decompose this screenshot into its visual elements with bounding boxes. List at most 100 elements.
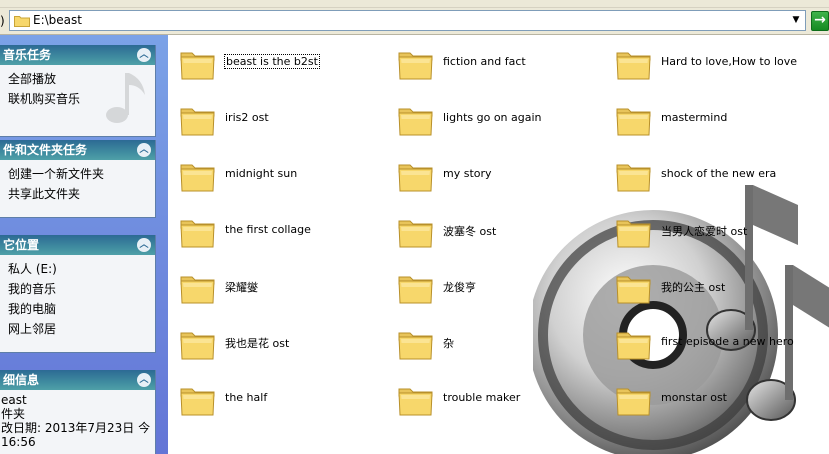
folder-item[interactable]: iris2 ost: [178, 99, 378, 139]
folder-icon[interactable]: [396, 99, 436, 139]
go-button[interactable]: →: [811, 11, 829, 31]
task-link-new-folder[interactable]: 创建一个新文件夹: [8, 164, 155, 184]
folder-item[interactable]: the first collage: [178, 211, 378, 251]
place-link-drive-e[interactable]: 私人 (E:): [8, 259, 155, 279]
folder-item[interactable]: trouble maker: [396, 379, 596, 419]
folder-item[interactable]: lights go on again: [396, 99, 596, 139]
collapse-icon[interactable]: ︿: [137, 373, 151, 387]
place-link-network-places[interactable]: 网上邻居: [8, 319, 155, 339]
folder-item[interactable]: Hard to love,How to love: [614, 43, 814, 83]
folder-item[interactable]: 梁耀燮: [178, 267, 378, 307]
toolbar-strip: [0, 0, 829, 8]
folder-name[interactable]: lights go on again: [443, 111, 542, 124]
folder-name[interactable]: shock of the new era: [661, 167, 776, 180]
folder-icon[interactable]: [614, 379, 654, 419]
folder-name[interactable]: Hard to love,How to love: [661, 55, 797, 68]
folder-icon[interactable]: [614, 267, 654, 307]
folder-name[interactable]: beast is the b2st: [224, 54, 320, 69]
folder-icon[interactable]: [396, 267, 436, 307]
folder-view: beast is the b2st fiction and fact Hard to…: [168, 35, 829, 454]
folder-icon[interactable]: [396, 379, 436, 419]
folder-item[interactable]: beast is the b2st: [178, 43, 378, 83]
panel-header-details[interactable]: 细信息 ︿: [0, 370, 155, 390]
folder-icon[interactable]: [178, 43, 218, 83]
panel-body: 创建一个新文件夹 共享此文件夹: [0, 160, 155, 210]
folder-icon[interactable]: [396, 211, 436, 251]
folder-icon[interactable]: [178, 267, 218, 307]
detail-type: 件夹: [1, 407, 26, 421]
panel-body: 全部播放 联机购买音乐: [0, 65, 155, 123]
panel-body: 私人 (E:) 我的音乐 我的电脑 网上邻居: [0, 255, 155, 345]
address-input[interactable]: E:\beast ▼: [9, 10, 806, 31]
panel-body: east 件夹 改日期: 2013年7月23日 今 16:56: [0, 390, 155, 454]
panel-header-other-places[interactable]: 它位置 ︿: [0, 235, 155, 255]
detail-time: 16:56: [1, 435, 36, 449]
panel-header-file-folder-tasks[interactable]: 件和文件夹任务 ︿: [0, 140, 155, 160]
folder-icon[interactable]: [614, 155, 654, 195]
folder-item[interactable]: mastermind: [614, 99, 814, 139]
address-bar: ) E:\beast ▼ →: [0, 8, 829, 35]
folder-name[interactable]: mastermind: [661, 111, 727, 124]
folder-item[interactable]: fiction and fact: [396, 43, 596, 83]
folder-item[interactable]: 波塞冬 ost: [396, 211, 596, 251]
panel-details: 细信息 ︿ east 件夹 改日期: 2013年7月23日 今 16:56: [0, 370, 156, 454]
panel-header-music-tasks[interactable]: 音乐任务 ︿: [0, 45, 155, 65]
task-link-share-folder[interactable]: 共享此文件夹: [8, 184, 155, 204]
folder-name[interactable]: iris2 ost: [225, 111, 269, 124]
folder-item[interactable]: monstar ost: [614, 379, 814, 419]
folder-item[interactable]: my story: [396, 155, 596, 195]
folder-name[interactable]: 杂: [443, 335, 454, 351]
folder-name[interactable]: fiction and fact: [443, 55, 526, 68]
place-link-my-music[interactable]: 我的音乐: [8, 279, 155, 299]
folder-name[interactable]: my story: [443, 167, 492, 180]
panel-file-folder-tasks: 件和文件夹任务 ︿ 创建一个新文件夹 共享此文件夹: [0, 140, 156, 218]
folder-name[interactable]: midnight sun: [225, 167, 297, 180]
folder-name[interactable]: the first collage: [225, 223, 311, 236]
folder-icon[interactable]: [396, 323, 436, 363]
folder-icon[interactable]: [178, 211, 218, 251]
folder-icon[interactable]: [396, 155, 436, 195]
panel-title: 件和文件夹任务: [3, 143, 88, 157]
folder-icon[interactable]: [396, 43, 436, 83]
folder-name[interactable]: 波塞冬 ost: [443, 223, 496, 239]
folder-item[interactable]: 当男人恋爱时 ost: [614, 211, 814, 251]
detail-modified: 改日期: 2013年7月23日 今: [1, 421, 151, 435]
folder-item[interactable]: midnight sun: [178, 155, 378, 195]
place-link-my-computer[interactable]: 我的电脑: [8, 299, 155, 319]
folder-item[interactable]: the half: [178, 379, 378, 419]
panel-music-tasks: 音乐任务 ︿ 全部播放 联机购买音乐: [0, 45, 156, 137]
folder-icon[interactable]: [178, 99, 218, 139]
folder-icon[interactable]: [614, 323, 654, 363]
panel-other-places: 它位置 ︿ 私人 (E:) 我的音乐 我的电脑 网上邻居: [0, 235, 156, 353]
panel-title: 它位置: [3, 238, 40, 252]
folder-icon[interactable]: [614, 211, 654, 251]
folder-name[interactable]: 龙俊亨: [443, 279, 476, 295]
folder-item[interactable]: shock of the new era: [614, 155, 814, 195]
folder-icon[interactable]: [614, 43, 654, 83]
collapse-icon[interactable]: ︿: [137, 143, 151, 157]
folder-name[interactable]: 我的公主 ost: [661, 279, 725, 295]
chevron-down-icon[interactable]: ▼: [789, 13, 803, 28]
folder-icon[interactable]: [178, 323, 218, 363]
folder-item[interactable]: 我也是花 ost: [178, 323, 378, 363]
folder-name[interactable]: trouble maker: [443, 391, 520, 404]
folder-name[interactable]: the half: [225, 391, 267, 404]
folder-icon[interactable]: [178, 379, 218, 419]
folder-name[interactable]: first episode a new hero: [661, 335, 794, 348]
folder-icon: [14, 16, 30, 27]
task-pane: 音乐任务 ︿ 全部播放 联机购买音乐 件和文件夹任务 ︿ 创建一个新文件夹 共享…: [0, 35, 168, 454]
folder-item[interactable]: 龙俊亨: [396, 267, 596, 307]
folder-name[interactable]: 梁耀燮: [225, 279, 258, 295]
collapse-icon[interactable]: ︿: [137, 48, 151, 62]
folder-item[interactable]: 我的公主 ost: [614, 267, 814, 307]
address-label: ): [0, 14, 5, 28]
folder-icon[interactable]: [178, 155, 218, 195]
folder-item[interactable]: 杂: [396, 323, 596, 363]
music-note-icon: [106, 73, 145, 123]
folder-name[interactable]: monstar ost: [661, 391, 727, 404]
folder-name[interactable]: 当男人恋爱时 ost: [661, 223, 747, 239]
folder-icon[interactable]: [614, 99, 654, 139]
folder-name[interactable]: 我也是花 ost: [225, 335, 289, 351]
folder-item[interactable]: first episode a new hero: [614, 323, 814, 363]
collapse-icon[interactable]: ︿: [137, 238, 151, 252]
